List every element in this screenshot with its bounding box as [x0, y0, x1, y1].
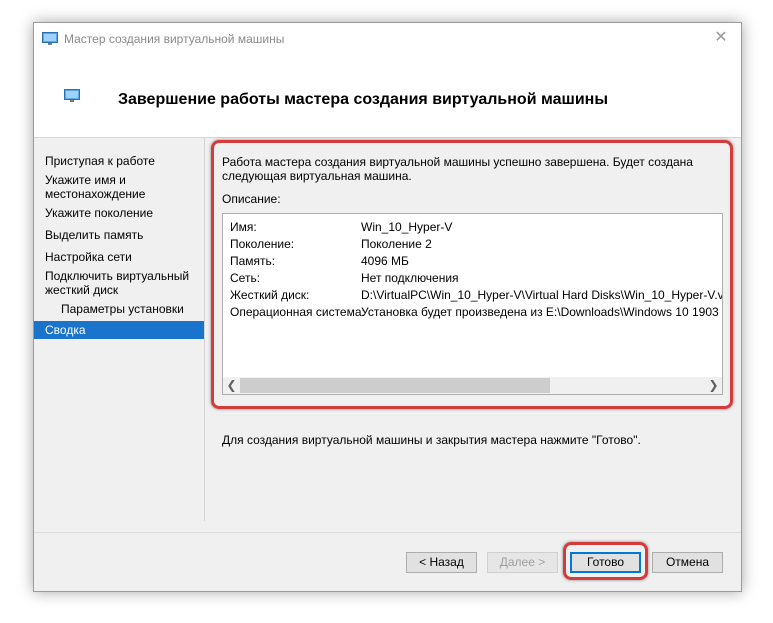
close-button[interactable]: ✕: [701, 23, 741, 55]
cancel-button[interactable]: Отмена: [652, 552, 723, 573]
monitor-icon: [42, 32, 58, 49]
page-title: Завершение работы мастера создания вирту…: [118, 91, 608, 108]
footer-divider: [34, 532, 741, 533]
nav-item-name-location[interactable]: Укажите имя и местонахождение: [34, 173, 184, 201]
wizard-header: Завершение работы мастера создания вирту…: [34, 55, 741, 138]
nav-item-generation[interactable]: Укажите поколение: [34, 206, 204, 220]
finish-hint-text: Для создания виртуальной машины и закрыт…: [222, 433, 641, 447]
back-button[interactable]: < Назад: [406, 552, 477, 573]
nav-item-start[interactable]: Приступая к работе: [34, 154, 204, 168]
next-button[interactable]: Далее >: [487, 552, 558, 573]
nav-item-network[interactable]: Настройка сети: [34, 250, 204, 264]
wizard-window: Мастер создания виртуальной машины ✕ Зав…: [33, 22, 742, 592]
nav-item-virtual-disk[interactable]: Подключить виртуальный жесткий диск: [34, 269, 194, 297]
nav-item-install-options[interactable]: Параметры установки: [34, 302, 204, 316]
finish-highlight-frame: [563, 542, 648, 580]
nav-item-summary[interactable]: Сводка: [34, 321, 204, 339]
title-bar: Мастер создания виртуальной машины ✕: [34, 23, 741, 55]
summary-highlight-frame: [211, 140, 733, 409]
window-title: Мастер создания виртуальной машины: [64, 32, 285, 46]
nav-item-memory[interactable]: Выделить память: [34, 228, 204, 242]
wizard-steps-nav: Приступая к работе Укажите имя и местона…: [34, 138, 205, 521]
monitor-icon: [64, 89, 80, 106]
